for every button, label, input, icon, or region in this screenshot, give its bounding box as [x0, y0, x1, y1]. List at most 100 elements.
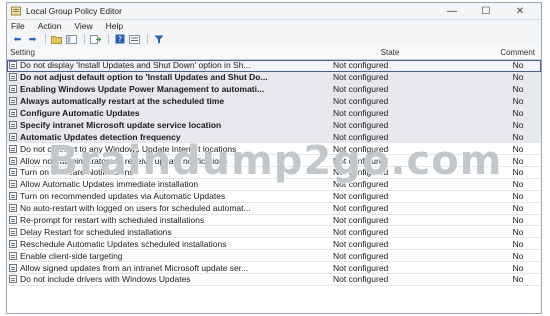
table-row[interactable]: Automatic Updates detection frequency No… — [7, 131, 541, 144]
setting-comment: No — [512, 60, 524, 71]
setting-state: Not configured — [333, 274, 389, 285]
policy-editor-app-icon — [11, 6, 21, 16]
maximize-button[interactable]: ☐ — [469, 3, 503, 19]
setting-state: Not configured — [333, 191, 389, 202]
policy-setting-icon — [9, 109, 17, 117]
setting-name: Allow non-administrators to receive upda… — [20, 155, 228, 166]
policy-setting-icon — [9, 216, 17, 225]
policy-setting-icon — [9, 204, 17, 213]
export-list-icon[interactable] — [89, 34, 102, 45]
show-hide-tree-icon[interactable] — [65, 34, 78, 45]
table-row[interactable]: Reschedule Automatic Updates scheduled i… — [7, 238, 541, 251]
back-arrow-icon[interactable]: ⬅ — [11, 34, 24, 45]
table-row[interactable]: Do not display 'Install Updates and Shut… — [7, 60, 541, 72]
setting-name: Do not display 'Install Updates and Shut… — [20, 60, 251, 71]
policy-setting-icon — [9, 251, 17, 260]
table-row[interactable]: Enable client-side targeting Not configu… — [7, 250, 541, 263]
table-row[interactable]: Enabling Windows Update Power Management… — [7, 83, 541, 96]
setting-name: Specify intranet Microsoft update servic… — [20, 119, 222, 130]
toolbar-separator — [147, 34, 148, 44]
toolbar: ⬅ ➡ ? — [7, 32, 541, 47]
setting-name: Turn on Software Notifications — [20, 167, 134, 178]
setting-name: Allow Automatic Updates immediate instal… — [20, 179, 199, 190]
setting-name: Reschedule Automatic Updates scheduled i… — [20, 238, 227, 249]
policy-setting-icon — [9, 144, 17, 153]
setting-comment: No — [512, 250, 524, 261]
policy-setting-icon — [9, 85, 17, 94]
menu-action[interactable]: Action — [38, 21, 62, 31]
policy-setting-icon — [9, 192, 17, 201]
setting-comment: No — [512, 274, 524, 285]
setting-state: Not configured — [333, 119, 389, 130]
minimize-button[interactable]: — — [435, 3, 469, 19]
setting-comment: No — [512, 108, 524, 118]
setting-state: Not configured — [333, 131, 389, 142]
table-row[interactable]: Allow non-administrators to receive upda… — [7, 155, 541, 168]
setting-name: Enable client-side targeting — [20, 250, 123, 261]
table-row[interactable]: Allow signed updates from an intranet Mi… — [7, 262, 541, 275]
setting-state: Not configured — [333, 250, 389, 261]
setting-state: Not configured — [333, 108, 389, 118]
setting-state: Not configured — [333, 143, 389, 154]
policy-setting-icon — [9, 120, 17, 129]
setting-state: Not configured — [333, 179, 389, 190]
menu-help[interactable]: Help — [106, 21, 123, 31]
column-header-setting[interactable]: Setting — [7, 48, 325, 57]
policy-setting-icon — [9, 263, 17, 272]
table-row[interactable]: Delay Restart for scheduled installation… — [7, 226, 541, 239]
setting-state: Not configured — [333, 60, 389, 71]
setting-comment: No — [512, 96, 524, 107]
table-row[interactable]: Re-prompt for restart with scheduled ins… — [7, 215, 541, 227]
setting-name: Automatic Updates detection frequency — [20, 131, 181, 142]
setting-comment: No — [512, 262, 524, 273]
menu-view[interactable]: View — [74, 21, 92, 31]
setting-state: Not configured — [333, 96, 389, 107]
table-row[interactable]: Do not include drivers with Windows Upda… — [7, 274, 541, 286]
group-policy-editor-window: Local Group Policy Editor — ☐ ✕ File Act… — [6, 2, 542, 314]
table-row[interactable]: Always automatically restart at the sche… — [7, 95, 541, 108]
setting-name: Configure Automatic Updates — [20, 108, 140, 118]
setting-comment: No — [512, 72, 524, 83]
table-row[interactable]: Allow Automatic Updates immediate instal… — [7, 179, 541, 191]
setting-comment: No — [512, 119, 524, 130]
setting-name: Enabling Windows Update Power Management… — [20, 84, 265, 95]
setting-name: Always automatically restart at the sche… — [20, 96, 225, 107]
policy-setting-icon — [9, 132, 17, 141]
policy-setting-icon — [9, 73, 17, 82]
setting-state: Not configured — [333, 238, 389, 249]
setting-comment: No — [512, 143, 524, 154]
setting-name: Turn on recommended updates via Automati… — [20, 191, 226, 202]
table-row[interactable]: Configure Automatic Updates Not configur… — [7, 107, 541, 120]
folder-up-icon[interactable] — [50, 34, 63, 45]
setting-comment: No — [512, 191, 524, 202]
table-row[interactable]: Turn on Software Notifications Not confi… — [7, 167, 541, 179]
table-row[interactable]: Do not adjust default option to 'Install… — [7, 71, 541, 84]
properties-icon[interactable] — [128, 34, 141, 45]
table-row[interactable]: No auto-restart with logged on users for… — [7, 203, 541, 215]
help-icon[interactable]: ? — [113, 34, 126, 45]
menu-file[interactable]: File — [11, 21, 25, 31]
table-row[interactable]: Specify intranet Microsoft update servic… — [7, 119, 541, 132]
column-header-state[interactable]: State — [325, 48, 455, 57]
setting-name: Delay Restart for scheduled installation… — [20, 226, 172, 237]
policy-setting-icon — [9, 168, 17, 177]
close-button[interactable]: ✕ — [503, 3, 537, 19]
setting-name: Re-prompt for restart with scheduled ins… — [20, 215, 205, 226]
setting-state: Not configured — [333, 203, 389, 214]
list-header: Setting State Comment — [7, 46, 541, 60]
filter-icon[interactable] — [152, 34, 165, 45]
setting-comment: No — [512, 238, 524, 249]
table-row[interactable]: Turn on recommended updates via Automati… — [7, 191, 541, 203]
policy-setting-icon — [9, 156, 17, 165]
title-bar: Local Group Policy Editor — ☐ ✕ — [7, 3, 541, 20]
setting-state: Not configured — [333, 155, 389, 166]
setting-state: Not configured — [333, 72, 389, 83]
setting-comment: No — [512, 179, 524, 190]
forward-arrow-icon[interactable]: ➡ — [26, 34, 39, 45]
setting-comment: No — [512, 155, 524, 166]
table-row[interactable]: Do not connect to any Windows Update Int… — [7, 143, 541, 156]
policy-settings-list: Setting State Comment Do not display 'In… — [7, 46, 541, 313]
setting-state: Not configured — [333, 262, 389, 273]
column-header-comment[interactable]: Comment — [455, 48, 541, 57]
toolbar-separator — [108, 34, 109, 44]
